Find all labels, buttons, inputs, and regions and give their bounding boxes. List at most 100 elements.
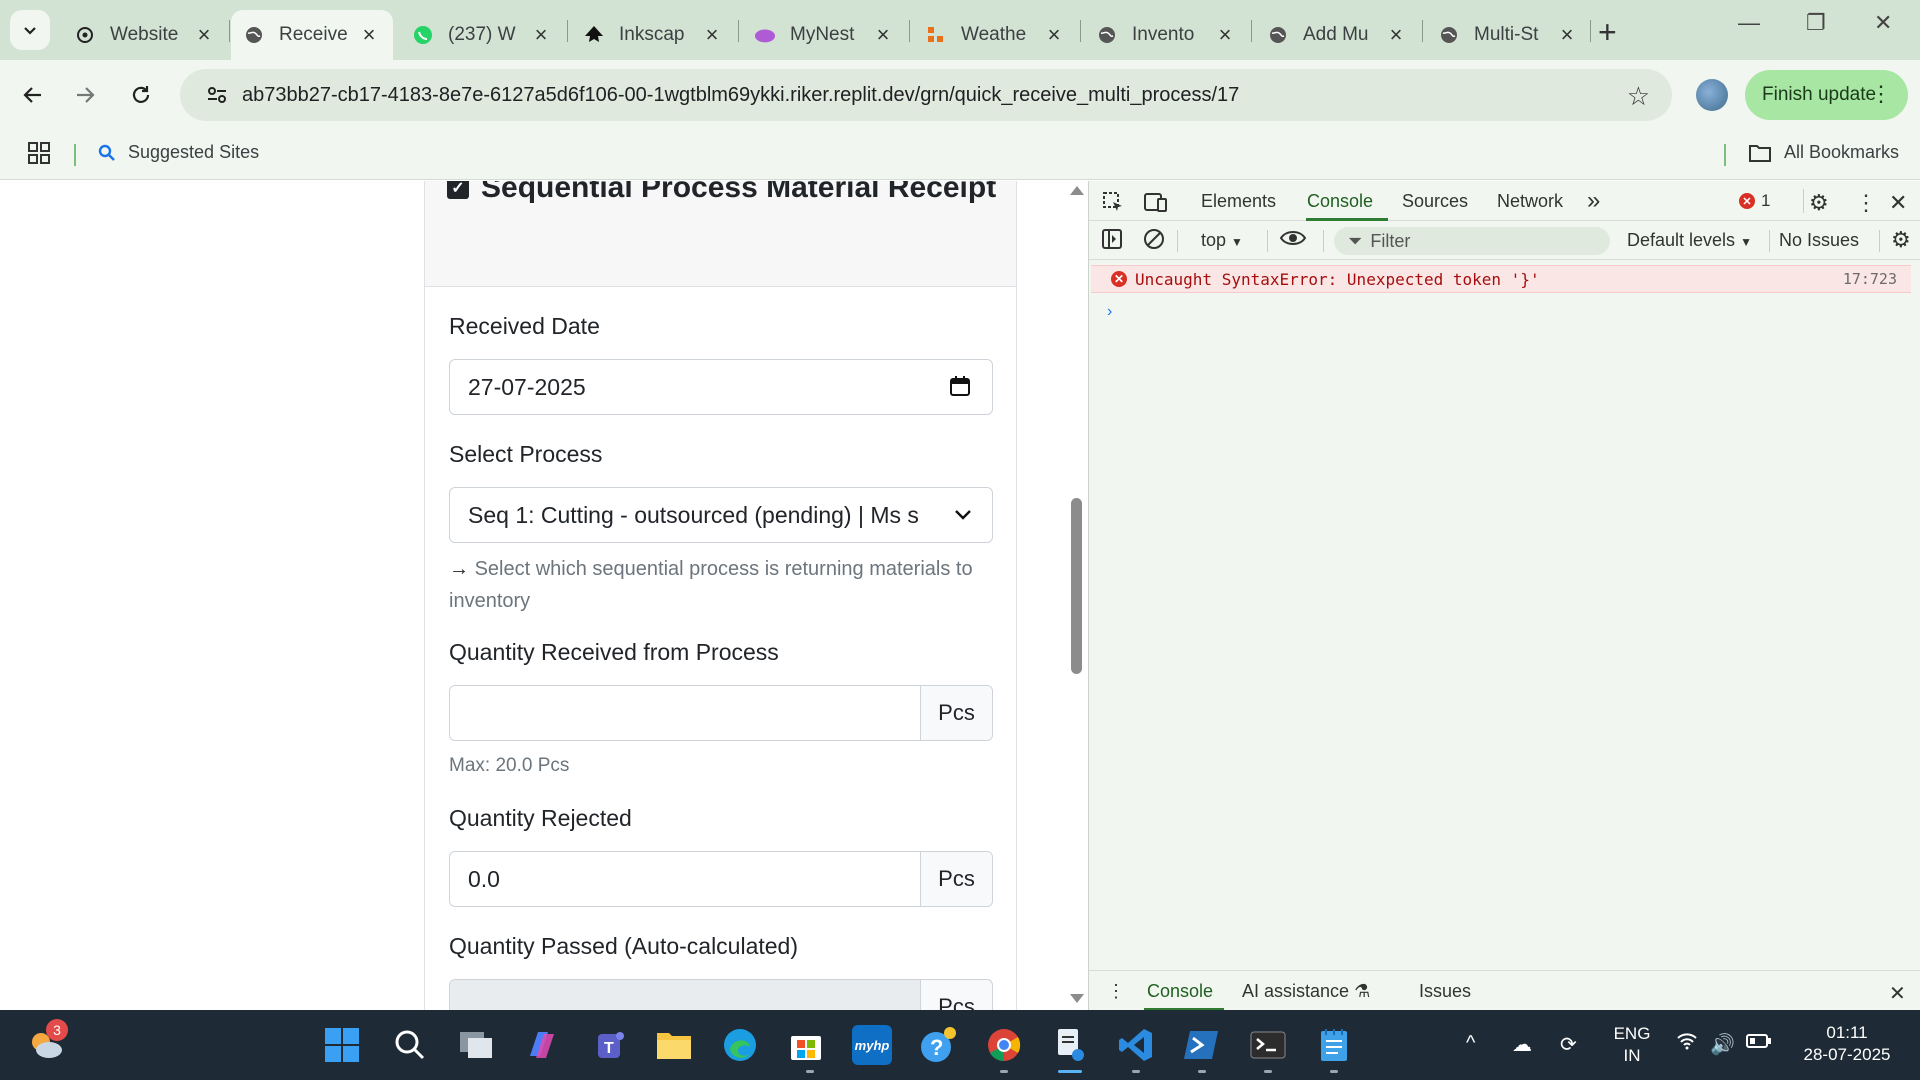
context-selector[interactable]: top ▼ [1201,230,1243,251]
windows-start-icon[interactable] [322,1025,362,1065]
console-filter-input[interactable]: ⏷ Filter [1334,227,1610,255]
devtools-tab-console[interactable]: Console [1307,191,1373,212]
onedrive-cloud-icon[interactable]: ☁ [1512,1032,1532,1057]
drawer-tab-console[interactable]: Console [1147,981,1213,1002]
site-info-icon[interactable] [192,83,242,107]
calendar-icon[interactable] [948,374,972,404]
devtools-tab-network[interactable]: Network [1497,191,1563,212]
close-icon[interactable]: × [1384,22,1408,47]
close-icon[interactable]: × [700,22,724,47]
openai-icon [74,24,96,46]
live-expression-eye-icon[interactable] [1279,227,1307,255]
close-icon[interactable]: × [529,22,553,47]
inspect-element-icon[interactable] [1101,190,1125,220]
wifi-icon[interactable] [1676,1032,1698,1056]
received-date-label: Received Date [449,313,600,339]
close-icon[interactable]: × [1042,22,1066,47]
volume-icon[interactable]: 🔊 [1710,1032,1735,1057]
tab-receive[interactable]: Receive × [231,10,393,60]
tab-mynest[interactable]: MyNest × [742,10,907,60]
close-icon[interactable]: × [357,22,381,47]
back-button[interactable] [14,76,52,114]
tab-weather[interactable]: Weathe × [913,10,1078,60]
tab-inkscape[interactable]: Inkscap × [571,10,736,60]
forward-button[interactable] [66,76,104,114]
clear-console-icon[interactable] [1143,228,1165,256]
close-drawer-icon[interactable]: ✕ [1889,981,1906,1006]
console-settings-gear-icon[interactable]: ⚙ [1891,227,1911,253]
myhp-icon[interactable]: my hp [852,1025,892,1065]
error-source-link[interactable]: 17:723 [1843,270,1897,288]
drawer-tab-ai-assistance[interactable]: AI assistance ⚗ [1242,981,1370,1002]
error-icon: ✕ [1111,271,1127,287]
select-process-dropdown[interactable]: Seq 1: Cutting - outsourced (pending) | … [449,487,993,543]
tab-website[interactable]: Website × [62,10,228,60]
chrome-icon[interactable] [984,1025,1024,1065]
tab-separator [229,20,230,42]
tab-search-button[interactable] [10,10,50,50]
tab-whatsapp[interactable]: (237) W × [400,10,565,60]
chevron-up-icon[interactable]: ^ [1466,1032,1475,1055]
task-view-icon[interactable] [456,1025,496,1065]
snipping-tool-icon[interactable] [1050,1025,1090,1065]
kebab-menu-icon[interactable]: ⋮ [1855,190,1877,216]
profile-avatar[interactable] [1696,79,1728,111]
battery-icon[interactable] [1746,1032,1772,1055]
error-counter[interactable]: ✕ 1 [1739,191,1770,211]
reload-button[interactable] [122,76,160,114]
notepad-icon[interactable] [1314,1025,1354,1065]
address-bar[interactable]: ab73bb27-cb17-4183-8e7e-6127a5d6f106-00-… [180,69,1672,121]
sync-icon[interactable]: ⟳ [1560,1032,1577,1057]
restore-button[interactable]: ❐ [1806,10,1826,36]
file-explorer-icon[interactable] [654,1025,694,1065]
language-indicator[interactable]: ENG IN [1606,1023,1658,1067]
console-prompt[interactable]: › [1107,303,1112,321]
edge-browser-icon[interactable] [720,1025,760,1065]
apps-grid-icon[interactable] [26,140,52,171]
devtools-tab-elements[interactable]: Elements [1201,191,1276,212]
all-bookmarks-button[interactable]: All Bookmarks [1748,142,1899,163]
new-tab-button[interactable]: + [1598,14,1617,51]
log-levels-dropdown[interactable]: Default levels ▼ [1627,230,1752,251]
drawer-menu-icon[interactable]: ⋮ [1107,981,1125,1002]
scrollbar-thumb[interactable] [1071,498,1082,674]
close-icon[interactable]: × [192,22,216,47]
scroll-down-arrow[interactable] [1070,994,1084,1003]
bookmark-suggested-sites[interactable]: Suggested Sites [98,142,259,163]
issues-counter[interactable]: No Issues [1779,230,1859,251]
minimize-button[interactable]: — [1738,10,1760,36]
received-date-input[interactable]: 27-07-2025 [449,359,993,415]
divider [1267,230,1268,252]
tab-add-multi[interactable]: Add Mu × [1255,10,1420,60]
running-indicator [1264,1070,1272,1073]
device-toolbar-icon[interactable] [1143,190,1169,220]
drawer-tab-issues[interactable]: Issues [1419,981,1471,1002]
scroll-up-arrow[interactable] [1070,186,1084,195]
vscode-icon[interactable] [1116,1025,1156,1065]
close-icon[interactable]: ✕ [1889,190,1907,216]
close-icon[interactable]: × [871,22,895,47]
close-icon[interactable]: × [1555,22,1579,47]
finish-update-button[interactable]: Finish update ⋮ [1745,70,1908,120]
search-icon[interactable] [390,1025,430,1065]
qty-rejected-input[interactable]: 0.0 Pcs [449,851,993,907]
help-icon[interactable]: ? [918,1025,958,1065]
gear-icon[interactable]: ⚙ [1809,190,1829,216]
tab-inventory[interactable]: Invento × [1084,10,1249,60]
qty-received-input[interactable]: Pcs [449,685,993,741]
sidebar-toggle-icon[interactable] [1101,228,1123,256]
tab-multi-step[interactable]: Multi-St × [1426,10,1591,60]
kebab-menu-icon[interactable]: ⋮ [1870,81,1892,107]
console-error-message[interactable]: ✕ Uncaught SyntaxError: Unexpected token… [1091,265,1911,293]
teams-icon[interactable]: T [588,1025,628,1065]
copilot-icon[interactable] [522,1025,562,1065]
ms-store-icon[interactable] [786,1025,826,1065]
terminal-icon[interactable] [1248,1025,1288,1065]
devtools-tab-sources[interactable]: Sources [1402,191,1468,212]
bookmark-star-icon[interactable]: ☆ [1627,81,1650,112]
powershell-icon[interactable] [1182,1025,1222,1065]
close-window-button[interactable]: ✕ [1874,10,1892,36]
clock[interactable]: 01:11 28-07-2025 [1792,1022,1902,1066]
close-icon[interactable]: × [1213,22,1237,47]
more-tabs-icon[interactable]: » [1587,187,1600,215]
